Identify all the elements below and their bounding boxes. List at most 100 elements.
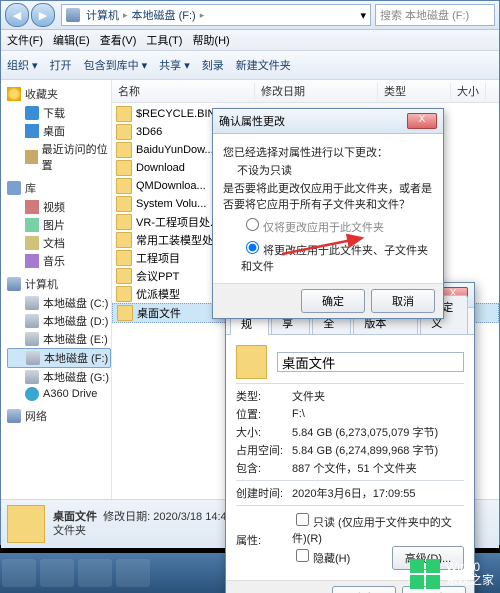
windows-icon (410, 559, 440, 589)
nav-item-videos[interactable]: 视频 (7, 198, 111, 216)
ok-button[interactable]: 确定 (301, 289, 365, 313)
folder-icon (236, 345, 267, 379)
taskbar-item[interactable] (78, 559, 112, 587)
nav-item-drive-f[interactable]: 本地磁盘 (F:) (7, 348, 111, 368)
close-button[interactable]: X (407, 113, 437, 129)
computer-icon (66, 8, 80, 22)
dialog-titlebar[interactable]: 确认属性更改 X (213, 109, 443, 134)
value-size: 5.84 GB (6,273,075,079 字节) (292, 424, 464, 440)
drive-icon (25, 332, 39, 346)
drive-icon (26, 351, 40, 365)
address-bar[interactable]: 计算机 ▸ 本地磁盘 (F:) ▸ ▾ (61, 4, 371, 26)
chevron-right-icon: ▸ (123, 10, 128, 21)
checkbox-input[interactable] (296, 549, 309, 562)
taskbar-item[interactable] (2, 559, 36, 587)
details-name: 桌面文件 (53, 511, 97, 523)
folder-icon (116, 160, 132, 176)
breadcrumb-item[interactable]: 本地磁盘 (F:) (132, 7, 196, 23)
nav-item-drive-c[interactable]: 本地磁盘 (C:) (7, 294, 111, 312)
picture-icon (25, 218, 39, 232)
col-size[interactable]: 大小 (451, 83, 486, 99)
menu-tools[interactable]: 工具(T) (146, 32, 182, 48)
col-name[interactable]: 名称 (112, 83, 255, 99)
nav-libraries[interactable]: 库 (7, 180, 111, 196)
recent-icon (25, 150, 38, 164)
taskbar-item[interactable] (116, 559, 150, 587)
label-contains: 包含: (236, 460, 292, 476)
watermark-sub: 系统之家 (446, 574, 494, 587)
label-ondisk: 占用空间: (236, 442, 292, 458)
folder-icon (116, 196, 132, 212)
radio-this-folder[interactable]: 仅将更改应用于此文件夹 (241, 215, 433, 235)
radio-input[interactable] (246, 241, 259, 254)
cancel-button[interactable]: 取消 (371, 289, 435, 313)
taskbar-item[interactable] (40, 559, 74, 587)
nav-item-pictures[interactable]: 图片 (7, 216, 111, 234)
burn-button[interactable]: 刻录 (202, 57, 224, 73)
ok-button[interactable]: 确定 (332, 586, 396, 593)
forward-button[interactable]: ▶ (31, 3, 55, 27)
network-icon (7, 409, 21, 423)
drive-icon (25, 370, 39, 384)
menu-help[interactable]: 帮助(H) (192, 32, 229, 48)
nav-item-music[interactable]: 音乐 (7, 252, 111, 270)
confirm-text-3: 是否要将此更改仅应用于此文件夹，或者是否要将它应用于所有子文件夹和文件？ (223, 180, 433, 212)
col-type[interactable]: 类型 (378, 83, 451, 99)
nav-favorites[interactable]: 收藏夹 (7, 86, 111, 102)
details-type: 文件夹 (53, 524, 233, 538)
nav-item-documents[interactable]: 文档 (7, 234, 111, 252)
value-type: 文件夹 (292, 388, 464, 404)
breadcrumb-item[interactable]: 计算机 (86, 7, 119, 23)
folder-icon (116, 142, 132, 158)
include-button[interactable]: 包含到库中 ▾ (84, 57, 148, 73)
nav-item-recent[interactable]: 最近访问的位置 (7, 140, 111, 174)
folder-icon (116, 214, 132, 230)
nav-item-drive-e[interactable]: 本地磁盘 (E:) (7, 330, 111, 348)
library-icon (7, 181, 21, 195)
value-ondisk: 5.84 GB (6,274,899,968 字节) (292, 442, 464, 458)
folder-icon (117, 305, 133, 321)
checkbox-readonly[interactable]: 只读 (仅应用于文件夹中的文件)(R) (292, 517, 452, 545)
label-type: 类型: (236, 388, 292, 404)
menu-edit[interactable]: 编辑(E) (53, 32, 90, 48)
watermark: Win10系统之家 (410, 559, 494, 589)
back-button[interactable]: ◀ (5, 3, 29, 27)
share-button[interactable]: 共享 ▾ (159, 57, 190, 73)
value-created: 2020年3月6日，17:09:55 (292, 485, 464, 501)
checkbox-input[interactable] (296, 513, 309, 526)
menu-file[interactable]: 文件(F) (7, 32, 43, 48)
nav-computer[interactable]: 计算机 (7, 276, 111, 292)
nav-item-downloads[interactable]: 下载 (7, 104, 111, 122)
chevron-right-icon: ▸ (200, 10, 205, 21)
radio-all-subfolders[interactable]: 将更改应用于此文件夹、子文件夹和文件 (241, 238, 433, 274)
drive-icon (25, 296, 39, 310)
open-button[interactable]: 打开 (50, 57, 72, 73)
checkbox-hidden[interactable]: 隐藏(H) (292, 553, 350, 565)
nav-item-drive-g[interactable]: 本地磁盘 (G:) (7, 368, 111, 386)
nav-item-drive-d[interactable]: 本地磁盘 (D:) (7, 312, 111, 330)
label-created: 创建时间: (236, 485, 292, 501)
col-date[interactable]: 修改日期 (255, 83, 378, 99)
organize-button[interactable]: 组织 ▾ (7, 57, 38, 73)
a360-icon (25, 387, 39, 401)
drive-icon (25, 314, 39, 328)
folder-icon (7, 505, 45, 543)
menubar: 文件(F) 编辑(E) 查看(V) 工具(T) 帮助(H) (1, 30, 499, 51)
forward-icon: ▶ (39, 9, 47, 22)
nav-network[interactable]: 网络 (7, 408, 111, 424)
newfolder-button[interactable]: 新建文件夹 (236, 57, 291, 73)
nav-item-desktop[interactable]: 桌面 (7, 122, 111, 140)
details-line2: 修改日期: 2020/3/18 14:45 (103, 511, 233, 523)
dialog-title: 确认属性更改 (219, 113, 407, 129)
radio-input[interactable] (246, 218, 259, 231)
name-input[interactable] (277, 352, 464, 372)
music-icon (25, 254, 39, 268)
value-location: F:\ (292, 408, 464, 420)
menu-view[interactable]: 查看(V) (100, 32, 137, 48)
search-input[interactable]: 搜索 本地磁盘 (F:) (375, 4, 495, 26)
dropdown-icon[interactable]: ▾ (360, 9, 366, 22)
nav-item-a360[interactable]: A360 Drive (7, 386, 111, 402)
titlebar: ◀ ▶ 计算机 ▸ 本地磁盘 (F:) ▸ ▾ 搜索 本地磁盘 (F:) (1, 1, 499, 30)
column-headers: 名称 修改日期 类型 大小 (112, 80, 499, 103)
value-contains: 887 个文件，51 个文件夹 (292, 460, 464, 476)
